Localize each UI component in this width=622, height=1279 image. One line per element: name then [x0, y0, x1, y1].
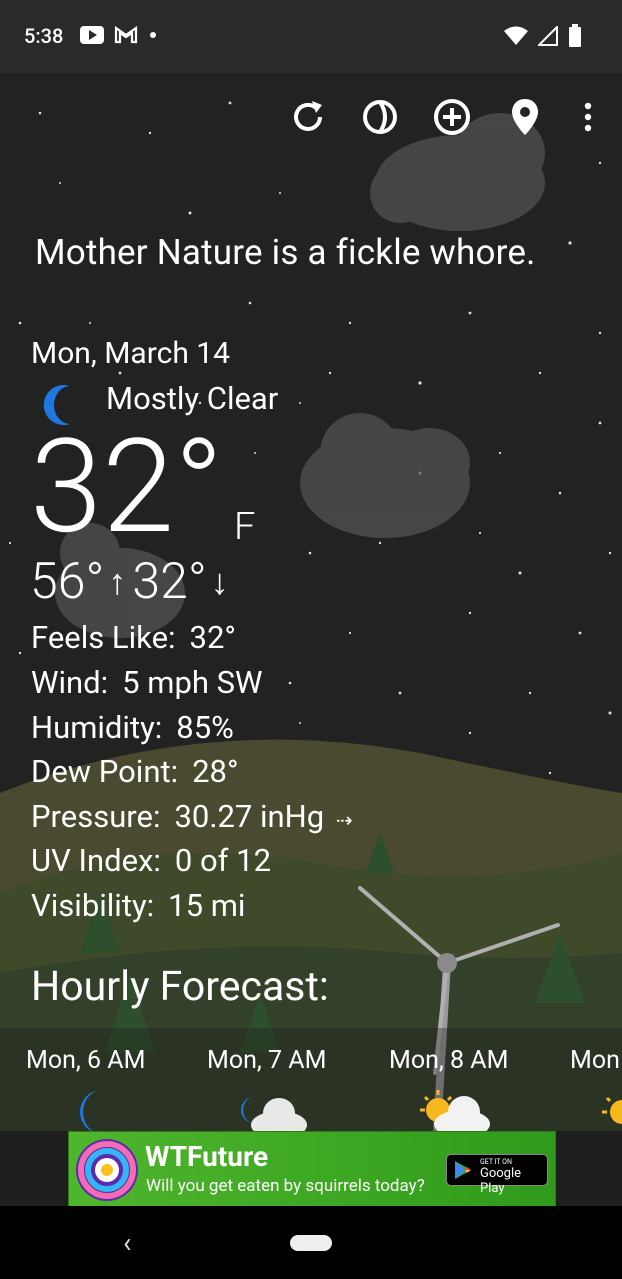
detail-label: Visibility: [31, 887, 155, 924]
detail-value: 0 of 12 [174, 842, 271, 879]
hour-label[interactable]: Mon [570, 1046, 620, 1075]
zodiac-wheel-icon [76, 1139, 138, 1201]
dew-point-row: Dew Point: 28° [31, 753, 239, 790]
current-temperature: 32° [30, 410, 224, 563]
humidity-row: Humidity: 85% [31, 709, 234, 746]
wifi-icon [504, 26, 528, 45]
detail-label: Dew Point: [31, 753, 179, 790]
temperature-unit: F [234, 505, 256, 549]
hourly-forecast-title: Hourly Forecast: [31, 963, 329, 1011]
detail-label: Pressure: [31, 798, 161, 835]
hour-label[interactable]: Mon, 6 AM [26, 1046, 145, 1075]
sun-icon [602, 1096, 622, 1124]
refresh-icon [294, 101, 322, 131]
ad-subtitle: Will you get eaten by squirrels today? [146, 1176, 425, 1196]
pressure-row: Pressure: 30.27 inHg ⇢ [31, 798, 353, 835]
play-store-small-text: GET IT ON [480, 1158, 512, 1166]
location-button[interactable] [503, 95, 547, 139]
moon-cloud-icon [241, 1097, 307, 1131]
status-time: 5:38 [24, 24, 64, 48]
uv-index-row: UV Index: 0 of 12 [31, 842, 271, 879]
arrow-down-icon: ↓ [210, 561, 229, 603]
sun-cloud-icon [420, 1090, 490, 1131]
ad-banner[interactable]: WTFuture Will you get eaten by squirrels… [68, 1131, 556, 1208]
gmail-icon [114, 26, 138, 44]
detail-label: Humidity: [31, 709, 163, 746]
overflow-menu-button[interactable] [566, 95, 610, 139]
detail-value: 28° [192, 753, 239, 790]
detail-value: 5 mph SW [122, 664, 263, 701]
high-low-temperature: 56° ↑ 32° ↓ [30, 553, 235, 611]
detail-label: UV Index: [31, 842, 161, 879]
back-chevron-icon[interactable]: ‹ [123, 1226, 131, 1259]
theme-icon [363, 100, 397, 134]
hour-label[interactable]: Mon, 8 AM [389, 1046, 508, 1075]
signal-icon [538, 26, 558, 46]
dot-icon [150, 32, 156, 38]
high-temperature: 56° [30, 553, 105, 611]
low-temperature: 32° [132, 553, 207, 611]
play-store-text: Google Play [480, 1166, 522, 1196]
wind-row: Wind: 5 mph SW [31, 664, 263, 701]
battery-icon [569, 24, 581, 47]
detail-value: 30.27 inHg [174, 798, 325, 835]
status-bar: 5:38 [0, 0, 622, 73]
overflow-menu-icon [584, 102, 592, 132]
feels-like-row: Feels Like: 32° [31, 619, 236, 656]
home-pill-button[interactable] [290, 1235, 332, 1251]
hour-label[interactable]: Mon, 7 AM [207, 1046, 326, 1075]
detail-value: 15 mi [168, 887, 246, 924]
detail-label: Wind: [31, 664, 109, 701]
play-store-icon [455, 1161, 471, 1179]
forecast-date: Mon, March 14 [31, 336, 230, 371]
youtube-icon [80, 26, 104, 44]
add-location-icon [434, 99, 470, 135]
detail-label: Feels Like: [31, 619, 176, 656]
visibility-row: Visibility: 15 mi [31, 887, 245, 924]
google-play-badge[interactable]: GET IT ON Google Play [446, 1154, 548, 1196]
location-pin-icon [512, 99, 538, 135]
theme-button[interactable] [358, 95, 402, 139]
detail-value: 32° [189, 619, 236, 656]
arrow-up-icon: ↑ [108, 561, 127, 603]
quote-text: Mother Nature is a fickle whore. [35, 232, 536, 273]
add-location-button[interactable] [430, 95, 474, 139]
moon-icon [80, 1090, 102, 1131]
detail-value: 85% [176, 709, 234, 746]
refresh-button[interactable] [286, 95, 330, 139]
ad-title: WTFuture [145, 1140, 269, 1173]
pressure-trend-arrow-icon: ⇢ [335, 808, 353, 832]
